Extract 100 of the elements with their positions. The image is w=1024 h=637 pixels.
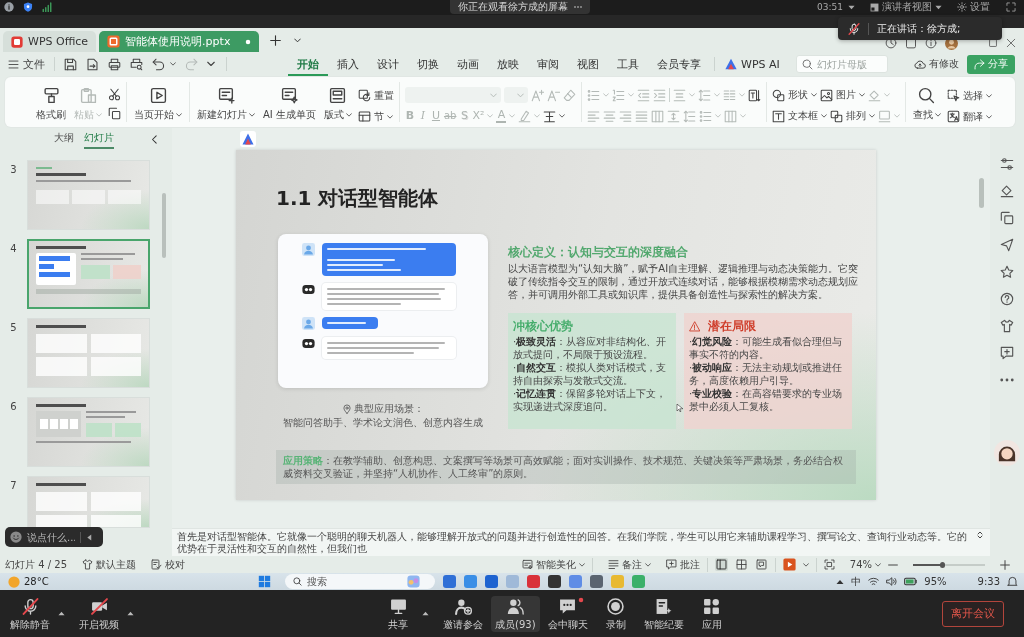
restore-icon[interactable] [988, 38, 998, 48]
invite-button[interactable]: 邀请参会 [439, 595, 487, 632]
star-icon[interactable] [1000, 265, 1014, 279]
ribbon-tab[interactable]: 审阅 [528, 52, 568, 76]
zoom-slider-thumb[interactable] [939, 561, 945, 568]
bell-icon[interactable] [1007, 576, 1018, 587]
app-icon[interactable] [548, 575, 561, 588]
proofread-button[interactable]: 校对 [151, 557, 185, 572]
ai-page-button[interactable]: AI 生成单页 [261, 87, 318, 122]
text-direction-icon[interactable] [747, 88, 761, 102]
fit-to-window-icon[interactable] [823, 559, 835, 570]
battery-icon[interactable] [904, 575, 918, 588]
zoom-slider-track[interactable] [913, 563, 985, 566]
textbox-button[interactable]: 文本框 [771, 108, 827, 124]
share-screen-button[interactable]: 共享 [378, 595, 418, 632]
reset-button[interactable]: 重置 [357, 88, 394, 103]
home-tab[interactable]: WPS Office [3, 31, 97, 52]
translate-button[interactable]: 翻译 [946, 109, 992, 124]
wps-ai-tab[interactable]: WPS AI [725, 57, 780, 71]
clock-icon[interactable] [885, 37, 897, 49]
windows-start-icon[interactable] [258, 575, 271, 588]
app-icon[interactable] [443, 575, 456, 588]
play-slideshow-icon[interactable] [782, 558, 796, 571]
close-icon[interactable] [1006, 38, 1016, 48]
font-size-field[interactable] [503, 87, 528, 103]
caret-icon[interactable] [127, 610, 134, 617]
ribbon-tab[interactable]: 插入 [328, 52, 368, 76]
scrollbar-thumb[interactable] [162, 193, 166, 258]
file-menu-button[interactable]: 文件 [8, 56, 45, 72]
leave-meeting-button[interactable]: 离开会议 [942, 600, 1004, 627]
undo-icon[interactable] [152, 57, 165, 71]
save-icon[interactable] [64, 57, 77, 71]
chat-input[interactable]: 说点什么... [27, 531, 75, 543]
select-button[interactable]: 选择 [946, 88, 992, 103]
print-preview-icon[interactable] [130, 57, 143, 71]
layout-button[interactable]: 版式 [321, 87, 354, 122]
avatar-icon[interactable] [994, 440, 1020, 466]
panel-tab[interactable]: 大纲 [54, 129, 74, 149]
smart-beautify-button[interactable]: 智能美化 [521, 557, 585, 572]
ribbon-tab[interactable]: 视图 [568, 52, 608, 76]
ribbon-tab[interactable]: 会员专享 [648, 52, 710, 76]
ribbon-tab[interactable]: 放映 [488, 52, 528, 76]
chat-button[interactable]: 会中聊天 [543, 595, 592, 632]
new-slide-button[interactable]: 新建幻灯片 [195, 87, 257, 122]
search-input[interactable]: 搜索 [307, 576, 402, 587]
caret-icon[interactable] [422, 610, 429, 617]
copy-icon[interactable] [1000, 211, 1014, 225]
members-button[interactable]: 成员(93) [491, 595, 540, 632]
text-effect-icon[interactable] [543, 109, 557, 123]
shirt-icon[interactable] [1000, 319, 1014, 333]
panel-tab[interactable]: 幻灯片 [84, 129, 114, 149]
caret-icon[interactable] [848, 3, 855, 11]
sliders-icon[interactable] [1000, 157, 1014, 171]
help-icon[interactable] [1000, 292, 1014, 306]
smiley-icon[interactable] [10, 531, 22, 543]
settings-button[interactable]: 设置 [957, 0, 990, 14]
scissors-icon[interactable] [108, 88, 121, 101]
search-field[interactable]: 幻灯片母版 [795, 55, 888, 73]
caret-icon[interactable] [207, 60, 215, 68]
more-icon[interactable] [574, 3, 582, 11]
font-name-field[interactable] [404, 87, 501, 103]
input-method-indicator[interactable]: 中 [851, 574, 862, 589]
save-status-button[interactable]: 有修改 [914, 57, 959, 71]
app-icon[interactable] [590, 575, 603, 588]
paint-bucket-icon[interactable] [1000, 184, 1014, 198]
unmute-button[interactable]: 解除静音 [6, 595, 54, 632]
record-button[interactable]: 录制 [595, 595, 636, 632]
zoom-in-icon[interactable] [1000, 559, 1010, 570]
collapse-icon[interactable] [86, 533, 93, 541]
reading-view-icon[interactable] [754, 558, 768, 571]
chat-input-bar[interactable]: 说点什么... [5, 527, 103, 547]
copy-icon[interactable] [108, 107, 121, 120]
triangle-logo-icon[interactable] [240, 131, 256, 147]
theme-button[interactable]: 默认主题 [82, 557, 136, 572]
wifi-icon[interactable] [868, 576, 880, 587]
ribbon-tab[interactable]: 设计 [368, 52, 408, 76]
caret-icon[interactable] [294, 36, 302, 44]
picture-button[interactable]: 图片 [819, 87, 865, 103]
caret-icon[interactable] [58, 610, 65, 617]
comment-icon[interactable] [1000, 346, 1014, 360]
info-icon[interactable] [925, 37, 937, 49]
format-painter-button[interactable]: 格式刷 [34, 87, 68, 122]
grid-view-icon[interactable] [734, 558, 748, 571]
shapes-button[interactable]: 形状 [771, 87, 817, 103]
ribbon-tab[interactable]: 工具 [608, 52, 648, 76]
send-icon[interactable] [1000, 238, 1014, 252]
smart-minutes-button[interactable]: 智能纪要 [639, 595, 688, 632]
normal-view-icon[interactable] [714, 558, 728, 571]
volume-icon[interactable] [886, 576, 898, 587]
apps-button[interactable]: 应用 [691, 595, 732, 632]
slide-thumbnail[interactable] [27, 239, 150, 309]
ribbon-tab[interactable]: 动画 [448, 52, 488, 76]
app-icon[interactable] [485, 575, 498, 588]
zoom-level-button[interactable]: 74% [849, 559, 881, 570]
scroll-arrows-icon[interactable] [976, 531, 984, 539]
fullscreen-icon[interactable] [1006, 2, 1016, 12]
ribbon-tab[interactable]: 切换 [408, 52, 448, 76]
print-icon[interactable] [108, 57, 121, 71]
new-tab-icon[interactable] [270, 34, 282, 46]
comments-button[interactable]: 批注 [665, 557, 700, 572]
